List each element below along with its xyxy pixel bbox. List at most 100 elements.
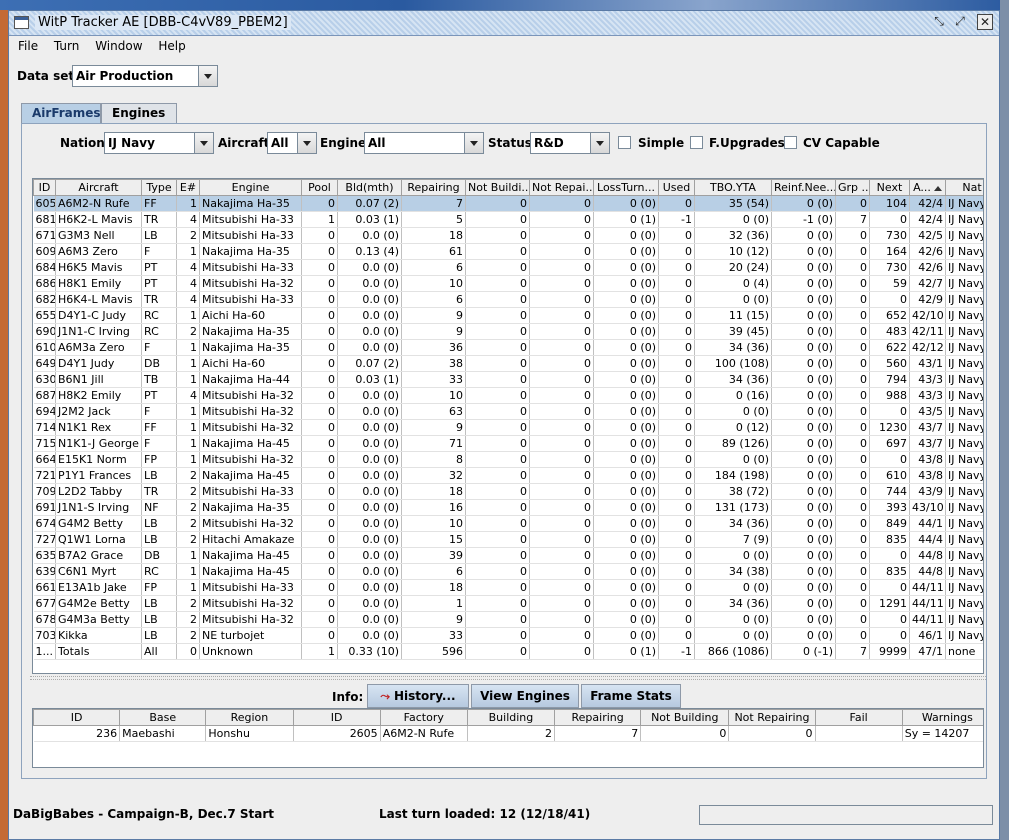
column-header[interactable]: Type	[141, 179, 177, 196]
table-row[interactable]: 671 G3M3 Nell LB 2 Mitsubishi Ha-33 0 0.0 (0) 1…	[33, 227, 983, 244]
column-header[interactable]: LossTurn...	[593, 179, 659, 196]
column-header[interactable]: Next	[869, 179, 910, 196]
column-header[interactable]: Not Building	[640, 709, 730, 726]
table-cell: Nakajima Ha-45	[199, 547, 302, 564]
column-header[interactable]: Bld(mth)	[337, 179, 402, 196]
maximize-icon[interactable]: ⤢	[952, 14, 968, 30]
table-row[interactable]: 655 D4Y1-C Judy RC 1 Aichi Ha-60 0 0.0 (0) 9 0 0 0…	[33, 307, 983, 324]
aircraft-select[interactable]: All	[267, 132, 317, 154]
title-bar[interactable]: WitP Tracker AE [DBB-C4vV89_PBEM2] ⤡ ⤢ ✕	[9, 11, 999, 36]
table-cell: 0 (0)	[771, 291, 836, 308]
table-row[interactable]: 639 C6N1 Myrt RC 1 Nakajima Ha-45 0 0.0 (0) 6 0 0…	[33, 563, 983, 580]
column-header[interactable]: ID	[33, 179, 56, 196]
column-header[interactable]: TBO.YTA	[694, 179, 772, 196]
column-header[interactable]: Factory	[379, 709, 468, 726]
column-header[interactable]: ID	[33, 709, 121, 726]
frame-stats-button[interactable]: Frame Stats	[581, 684, 681, 708]
table-row[interactable]: 1... Totals All 0 Unknown 1 0.33 (10) 596 0 0 0 (1…	[33, 643, 983, 660]
fupgrades-checkbox[interactable]	[690, 136, 703, 149]
table-cell: 0	[529, 627, 594, 644]
table-row[interactable]: 609 A6M3 Zero F 1 Nakajima Ha-35 0 0.13 (4) 61 0…	[33, 243, 983, 260]
column-header[interactable]: Repairing	[554, 709, 642, 726]
minimize-icon[interactable]: ⤡	[931, 14, 947, 30]
column-header[interactable]: Aircraft	[55, 179, 142, 196]
column-header[interactable]: ID	[292, 709, 381, 726]
chevron-down-icon[interactable]	[194, 133, 213, 153]
table-cell: 0.07 (2)	[337, 195, 402, 212]
history-button[interactable]: ⤳ History...	[367, 684, 469, 708]
cv-capable-checkbox[interactable]	[784, 136, 797, 149]
table-row[interactable]: 677 G4M2e Betty LB 2 Mitsubishi Ha-32 0 0.0 (0…	[33, 595, 983, 612]
engine-select[interactable]: All	[364, 132, 484, 154]
table-row[interactable]: 690 J1N1-C Irving RC 2 Nakajima Ha-35 0 0.0 (0…	[33, 323, 983, 340]
table-row[interactable]: 721 P1Y1 Frances LB 2 Nakajima Ha-45 0 0.0 (0)…	[33, 467, 983, 484]
column-header[interactable]: Reinf.Nee...	[771, 179, 836, 196]
table-cell	[815, 725, 903, 742]
table-row[interactable]: 674 G4M2 Betty LB 2 Mitsubishi Ha-32 0 0.0 (0)…	[33, 515, 983, 532]
table-cell: 43/8	[909, 467, 946, 484]
table-cell: 0	[465, 195, 530, 212]
column-header[interactable]: Used	[658, 179, 695, 196]
split-pane-divider[interactable]	[30, 676, 986, 680]
column-header[interactable]: A...	[909, 179, 946, 196]
table-row[interactable]: 605 A6M2-N Rufe FF 1 Nakajima Ha-35 0 0.07 (2)…	[33, 195, 983, 212]
table-row[interactable]: 635 B7A2 Grace DB 1 Nakajima Ha-45 0 0.0 (0) 39…	[33, 547, 983, 564]
table-cell: 0	[529, 435, 594, 452]
table-cell: 0.07 (2)	[337, 355, 402, 372]
table-row[interactable]: 664 E15K1 Norm FP 1 Mitsubishi Ha-32 0 0.0 (0)…	[33, 451, 983, 468]
table-row[interactable]: 678 G4M3a Betty LB 2 Mitsubishi Ha-32 0 0.0 (0…	[33, 611, 983, 628]
column-header[interactable]: Not Buildi...	[465, 179, 530, 196]
column-header[interactable]: Nat	[945, 179, 983, 196]
tab-airframes[interactable]: AirFrames	[21, 103, 101, 125]
table-cell: 0 (0)	[771, 627, 836, 644]
column-header[interactable]: Repairing	[401, 179, 466, 196]
chevron-down-icon[interactable]	[590, 133, 609, 153]
column-header[interactable]: Not Repairing	[728, 709, 816, 726]
table-row[interactable]: 681 H6K2-L Mavis TR 4 Mitsubishi Ha-33 1 0.03 …	[33, 211, 983, 228]
menu-help[interactable]: Help	[152, 36, 191, 53]
table-cell: Nakajima Ha-45	[199, 563, 302, 580]
table-row[interactable]: 661 E13A1b Jake FP 1 Mitsubishi Ha-33 0 0.0 (0…	[33, 579, 983, 596]
table-row[interactable]: 727 Q1W1 Lorna LB 2 Hitachi Amakaze 0 0.0 (0) 1…	[33, 531, 983, 548]
table-row[interactable]: 610 A6M3a Zero F 1 Nakajima Ha-35 0 0.0 (0) 36 0…	[33, 339, 983, 356]
nation-select[interactable]: IJ Navy	[104, 132, 214, 154]
table-row[interactable]: 703 Kikka LB 2 NE turbojet 0 0.0 (0) 33 0 0 0 (0) 0…	[33, 627, 983, 644]
tab-engines[interactable]: Engines	[101, 103, 177, 124]
table-row[interactable]: 684 H6K5 Mavis PT 4 Mitsubishi Ha-33 0 0.0 (0)…	[33, 259, 983, 276]
table-row[interactable]: 649 D4Y1 Judy DB 1 Aichi Ha-60 0 0.07 (2) 38 0 0 0…	[33, 355, 983, 372]
table-cell: PT	[141, 387, 177, 404]
column-header[interactable]: Not Repai...	[529, 179, 594, 196]
column-header[interactable]: E#	[176, 179, 200, 196]
chevron-down-icon[interactable]	[464, 133, 483, 153]
table-row[interactable]: 694 J2M2 Jack F 1 Mitsubishi Ha-32 0 0.0 (0) 63…	[33, 403, 983, 420]
table-cell: 1	[176, 451, 200, 468]
chevron-down-icon[interactable]	[198, 66, 217, 86]
column-header[interactable]: Base	[119, 709, 207, 726]
column-header[interactable]: Engine	[199, 179, 302, 196]
table-row[interactable]: 686 H8K1 Emily PT 4 Mitsubishi Ha-32 0 0.0 (0)…	[33, 275, 983, 292]
table-row[interactable]: 715 N1K1-J George F 1 Nakajima Ha-45 0 0.0 (0)…	[33, 435, 983, 452]
dataset-select[interactable]: Air Production	[72, 65, 218, 87]
chevron-down-icon[interactable]	[297, 133, 316, 153]
menu-turn[interactable]: Turn	[48, 36, 85, 53]
column-header[interactable]: Region	[205, 709, 294, 726]
column-header[interactable]: Grp ...	[835, 179, 870, 196]
table-cell: 0 (0)	[593, 499, 659, 516]
table-row[interactable]: 714 N1K1 Rex FF 1 Mitsubishi Ha-32 0 0.0 (0) 9 0…	[33, 419, 983, 436]
table-row[interactable]: 709 L2D2 Tabby TR 2 Mitsubishi Ha-33 0 0.0 (0)…	[33, 483, 983, 500]
column-header[interactable]: Fail	[814, 709, 903, 726]
table-row[interactable]: 687 H8K2 Emily PT 4 Mitsubishi Ha-32 0 0.0 (0)…	[33, 387, 983, 404]
table-row[interactable]: 691 J1N1-S Irving NF 2 Nakajima Ha-35 0 0.0 (0…	[33, 499, 983, 516]
close-icon[interactable]: ✕	[977, 14, 993, 30]
column-header[interactable]: Pool	[301, 179, 338, 196]
menu-file[interactable]: File	[12, 36, 44, 53]
column-header[interactable]: Warnings	[901, 709, 983, 726]
table-row[interactable]: 682 H6K4-L Mavis TR 4 Mitsubishi Ha-33 0 0.0 (…	[33, 291, 983, 308]
simple-checkbox[interactable]	[618, 136, 631, 149]
table-row[interactable]: 236 Maebashi Honshu 2605 A6M2-N Rufe 2 7 0 0 Sy =…	[33, 725, 983, 742]
view-engines-button[interactable]: View Engines	[471, 684, 579, 708]
status-select[interactable]: R&D	[530, 132, 610, 154]
table-row[interactable]: 630 B6N1 Jill TB 1 Nakajima Ha-44 0 0.03 (1) 33…	[33, 371, 983, 388]
column-header[interactable]: Building	[466, 709, 556, 726]
menu-window[interactable]: Window	[89, 36, 148, 53]
